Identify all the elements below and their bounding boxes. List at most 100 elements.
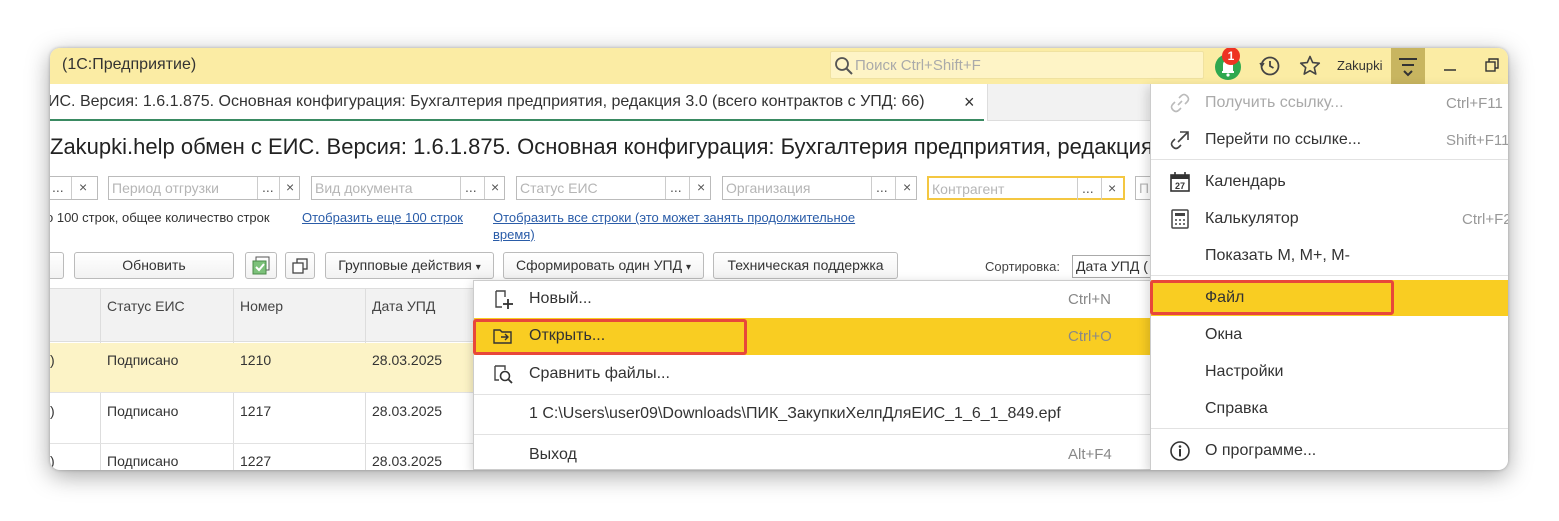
filter-counterparty-input[interactable] [932, 181, 1072, 197]
menu-item-goto-link-label: Перейти по ссылке... [1205, 131, 1362, 148]
filter-field[interactable]: ... × [50, 176, 98, 200]
menu-item-about[interactable]: О программе... [1151, 433, 1508, 469]
chevron-down-icon: ▾ [685, 262, 692, 273]
menu-item-calculator[interactable]: Калькулятор Ctrl+F2 [1151, 201, 1508, 237]
filter-document-type-input[interactable] [315, 180, 455, 196]
filter-document-type[interactable]: ... × [311, 176, 505, 200]
filter-organization-input[interactable] [726, 180, 866, 196]
filter-clear-icon[interactable]: × [1108, 180, 1116, 196]
filter-separator [895, 177, 896, 199]
filter-clear-icon[interactable]: × [903, 179, 911, 195]
cell-number: 1227 [240, 453, 272, 469]
calendar-icon: 27 [1170, 172, 1190, 192]
menu-item-show-m-label: Показать М, М+, М- [1205, 247, 1350, 264]
filter-clear-icon[interactable]: × [79, 179, 87, 195]
filter-clear-icon[interactable]: × [286, 179, 294, 195]
filter-counterparty[interactable]: ... × [927, 176, 1125, 200]
show-all-link-cont[interactable]: время) [493, 227, 535, 242]
filter-shipment-period-input[interactable] [112, 180, 252, 196]
filter-shipment-period[interactable]: ... × [108, 176, 300, 200]
filter-select-button[interactable]: ... [52, 179, 64, 195]
group-actions-label: Групповые действия [338, 257, 472, 273]
main-menu-button[interactable] [1391, 48, 1425, 84]
favorites-star-icon[interactable] [1298, 54, 1322, 78]
filter-select-button[interactable]: ... [465, 179, 477, 195]
menu-item-open-shortcut: Ctrl+O [1068, 328, 1112, 345]
svg-text:27: 27 [1175, 181, 1185, 191]
menu-item-goto-link[interactable]: Перейти по ссылке... Shift+F11 [1151, 122, 1508, 158]
menu-item-settings[interactable]: Настройки [1151, 354, 1508, 390]
menu-separator [1151, 159, 1508, 160]
column-header-number[interactable]: Номер [240, 298, 283, 314]
filter-select-button[interactable]: ... [876, 179, 888, 195]
cell-status: Подписано [107, 453, 179, 469]
filter-separator [484, 177, 485, 199]
cell-prefix: ) [50, 403, 55, 419]
user-name[interactable]: Zakupki [1337, 58, 1383, 73]
search-input[interactable] [855, 55, 1195, 75]
refresh-button[interactable]: Обновить [74, 252, 234, 279]
sort-select[interactable]: Дата УПД ( [1072, 255, 1152, 278]
column-header-eis-status[interactable]: Статус ЕИС [107, 298, 185, 314]
filter-select-button[interactable]: ... [262, 179, 274, 195]
menu-item-new[interactable]: Новый... Ctrl+N [474, 281, 1154, 318]
check-all-button[interactable] [245, 252, 277, 279]
show-all-link[interactable]: Отобразить все строки (это может занять … [493, 210, 855, 225]
form-one-upd-label: Сформировать один УПД [515, 257, 683, 273]
menu-item-settings-label: Настройки [1205, 363, 1284, 380]
menu-item-show-m[interactable]: Показать М, М+, М- [1151, 238, 1508, 274]
show-more-link[interactable]: Отобразить еще 100 строк [302, 210, 463, 225]
menu-item-compare-files[interactable]: Сравнить файлы... [474, 356, 1154, 393]
menu-item-calendar-label: Календарь [1205, 173, 1286, 190]
file-submenu: Новый... Ctrl+N Открыть... Ctrl+O Сравни… [473, 280, 1154, 470]
filter-separator [665, 177, 666, 199]
filter-eis-status-input[interactable] [520, 180, 660, 196]
column-header-upd-date[interactable]: Дата УПД [372, 298, 435, 314]
menu-item-compare-label: Сравнить файлы... [529, 365, 670, 382]
cell-number: 1217 [240, 403, 272, 419]
menu-item-get-link[interactable]: Получить ссылку... Ctrl+F11 [1151, 85, 1508, 121]
menu-item-help[interactable]: Справка [1151, 391, 1508, 427]
tech-support-button[interactable]: Техническая поддержка [713, 252, 898, 279]
menu-item-calendar[interactable]: 27 Календарь [1151, 164, 1508, 200]
form-title: Zakupki.help обмен с ЕИС. Версия: 1.6.1.… [50, 134, 1190, 159]
history-icon[interactable] [1258, 54, 1282, 78]
filter-select-button[interactable]: ... [670, 179, 682, 195]
filter-separator [871, 177, 872, 199]
rows-info-text: о 100 строк, общее количество строк [50, 210, 270, 225]
filter-clear-icon[interactable]: × [697, 179, 705, 195]
filter-organization[interactable]: ... × [722, 176, 917, 200]
form-one-upd-button[interactable]: Сформировать один УПД ▾ [503, 252, 704, 279]
menu-item-windows-label: Окна [1205, 326, 1243, 343]
copy-button[interactable] [285, 252, 315, 279]
filter-separator [689, 177, 690, 199]
filter-eis-status[interactable]: ... × [516, 176, 711, 200]
cell-date: 28.03.2025 [372, 453, 443, 469]
checkbox-list-icon [252, 256, 270, 275]
menu-item-calculator-label: Калькулятор [1205, 210, 1299, 227]
menu-separator [1151, 428, 1508, 429]
annotation-highlight-open [473, 319, 747, 355]
cell-date: 28.03.2025 [372, 352, 443, 368]
annotation-highlight-file [1150, 280, 1394, 315]
tab-close-icon[interactable]: × [964, 92, 975, 113]
filter-select-button[interactable]: ... [1082, 180, 1094, 196]
tab-zakupki[interactable]: ИС. Версия: 1.6.1.875. Основная конфигур… [50, 84, 988, 121]
menu-item-goto-link-shortcut: Shift+F11 [1446, 132, 1508, 149]
restore-icon[interactable] [1483, 56, 1501, 74]
toolbar-button[interactable] [50, 252, 64, 279]
menu-item-recent-label: 1 C:\Users\user09\Downloads\ПИК_ЗакупкиХ… [529, 405, 1061, 422]
menu-item-windows[interactable]: Окна [1151, 317, 1508, 353]
filter-separator [460, 177, 461, 199]
compare-files-icon [494, 365, 513, 384]
menu-item-get-link-label: Получить ссылку... [1205, 94, 1344, 111]
cell-date: 28.03.2025 [372, 403, 443, 419]
minimize-icon[interactable] [1440, 58, 1460, 74]
tab-title: ИС. Версия: 1.6.1.875. Основная конфигур… [50, 93, 925, 110]
menu-item-recent-file[interactable]: 1 C:\Users\user09\Downloads\ПИК_ЗакупкиХ… [474, 396, 1154, 433]
group-actions-button[interactable]: Групповые действия ▾ [325, 252, 494, 279]
filter-clear-icon[interactable]: × [491, 179, 499, 195]
search-box[interactable] [830, 51, 1204, 79]
menu-item-exit[interactable]: Выход Alt+F4 [474, 436, 1154, 470]
copy-icon [292, 258, 308, 274]
